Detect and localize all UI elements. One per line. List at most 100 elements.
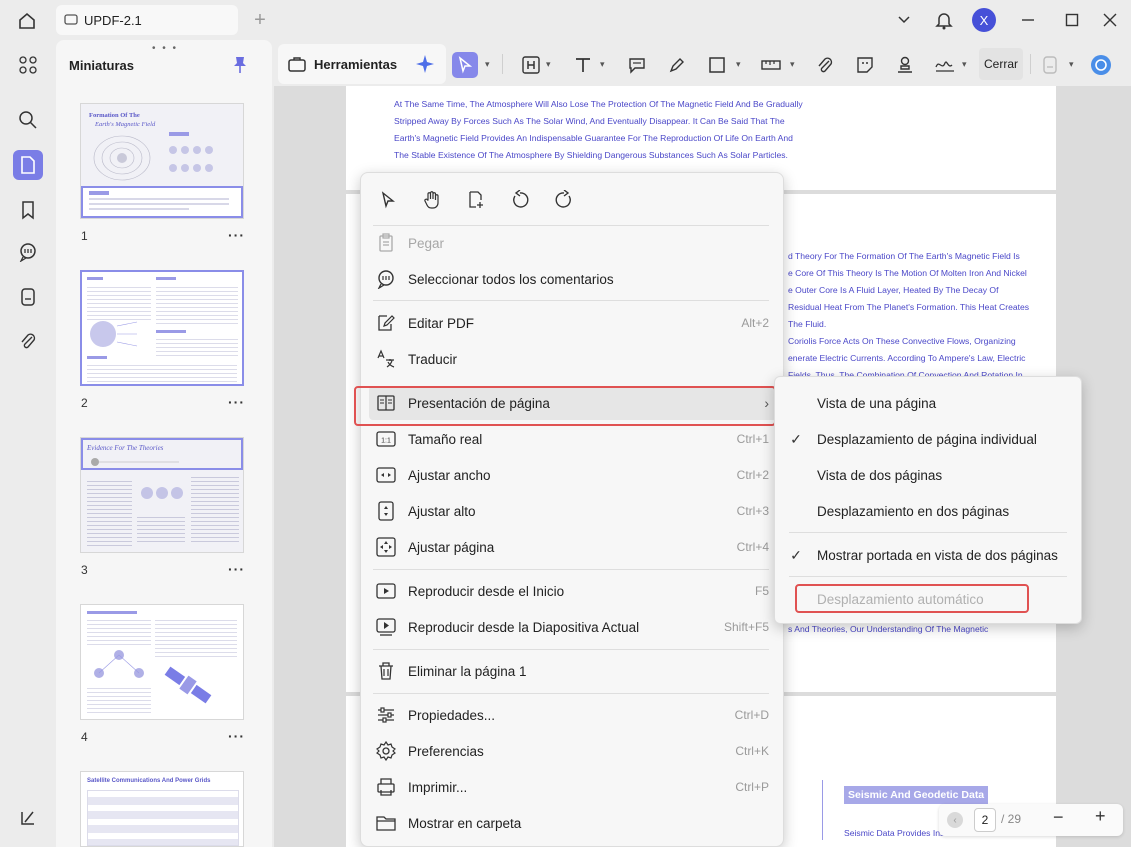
previous-page-icon[interactable]: ‹ (947, 812, 963, 828)
doc-line: Coriolis Force Acts On These Convective … (788, 336, 1016, 346)
thumbnail-more-1[interactable]: ··· (228, 227, 245, 243)
chevron-down-icon[interactable] (894, 8, 914, 32)
menu-item-show-in-folder[interactable]: Mostrar en carpeta (369, 806, 777, 840)
actual-size-icon: 1:1 (373, 430, 399, 448)
heading-tool-icon[interactable] (518, 52, 544, 78)
add-page-icon[interactable] (461, 185, 491, 215)
shape-tool-icon[interactable] (704, 52, 730, 78)
check-icon: ✓ (790, 430, 802, 447)
highlight-page-display (354, 386, 776, 426)
menu-item-actual-size[interactable]: 1:1 Tamaño real Ctrl+1 (369, 422, 777, 456)
hand-icon[interactable] (417, 185, 447, 215)
chevron-down-icon[interactable]: ▾ (1069, 59, 1074, 70)
minimize-icon[interactable] (1018, 8, 1038, 32)
menu-item-paste: Pegar (369, 226, 777, 260)
thumb-1-diagram (93, 132, 213, 181)
svg-text:1:1: 1:1 (381, 438, 391, 445)
doc-line: e Outer Core Is A Fluid Layer, Heated By… (788, 285, 999, 295)
cursor-icon[interactable] (373, 185, 403, 215)
thumbnail-number-1: 1 (81, 229, 88, 243)
submenu-item-single-scroll[interactable]: ✓ Desplazamiento de página individual (775, 422, 1083, 456)
storage-icon[interactable] (13, 282, 43, 312)
page-number-input[interactable]: 2 (974, 808, 996, 832)
chevron-down-icon[interactable]: ▾ (600, 59, 605, 70)
chevron-down-icon[interactable]: ▾ (485, 59, 490, 70)
thumbnail-page-2[interactable] (80, 270, 244, 386)
menu-item-print[interactable]: Imprimir... Ctrl+P (369, 770, 777, 804)
search-icon[interactable] (13, 105, 43, 135)
chevron-down-icon[interactable]: ▾ (790, 59, 795, 70)
bookmark-icon[interactable] (13, 195, 43, 225)
comment-tool-icon[interactable] (624, 52, 650, 78)
thumb-5-title: Satellite Communications And Power Grids (87, 778, 211, 784)
layers-icon[interactable] (13, 803, 43, 833)
highlight-auto-scroll (795, 584, 1029, 613)
thumbnail-more-2[interactable]: ··· (228, 394, 245, 410)
left-rail (0, 40, 56, 847)
zoom-in-icon[interactable]: + (1095, 806, 1106, 827)
save-disabled-icon[interactable] (1037, 52, 1063, 78)
menu-item-play-from-current[interactable]: Reproducir desde la Diapositiva Actual S… (369, 610, 777, 644)
apps-icon[interactable] (13, 50, 43, 80)
submenu-item-show-cover[interactable]: ✓ Mostrar portada en vista de dos página… (775, 538, 1083, 572)
doc-line: enerate Electric Currents. According To … (788, 353, 1026, 363)
comment-icon[interactable] (13, 237, 43, 267)
thumbnail-number-3: 3 (81, 563, 88, 577)
thumbnail-page-3[interactable]: Evidence For The Theories (80, 437, 244, 553)
menu-item-properties[interactable]: Propiedades... Ctrl+D (369, 698, 777, 732)
pen-tool-icon[interactable] (664, 52, 690, 78)
avatar[interactable]: X (972, 8, 996, 32)
context-menu: Pegar Seleccionar todos los comentarios … (360, 172, 784, 847)
doc-line: Residual Heat From The Planet's Formatio… (788, 302, 1030, 312)
toolbox-icon (288, 55, 306, 73)
chevron-down-icon[interactable]: ▾ (962, 59, 967, 70)
maximize-icon[interactable] (1062, 8, 1082, 32)
menu-item-fit-height[interactable]: Ajustar alto Ctrl+3 (369, 494, 777, 528)
submenu-item-single-page[interactable]: Vista de una página (775, 386, 1083, 420)
thumbnail-more-4[interactable]: ··· (228, 728, 245, 744)
chevron-down-icon[interactable]: ▾ (736, 59, 741, 70)
close-icon[interactable] (1100, 8, 1120, 32)
text-tool-icon[interactable] (570, 52, 596, 78)
stamp-tool-icon[interactable] (892, 52, 918, 78)
folder-icon (373, 814, 399, 832)
ai-assistant-icon[interactable] (1088, 52, 1114, 78)
tools-button[interactable]: Herramientas (278, 44, 446, 84)
doc-line: Earth's Magnetic Field Provides An Indis… (394, 133, 793, 143)
menu-item-preferences[interactable]: Preferencias Ctrl+K (369, 734, 777, 768)
attachment-icon[interactable] (13, 326, 43, 356)
thumbnail-page-1[interactable]: Formation Of The Earth's Magnetic Field (80, 103, 244, 219)
menu-item-select-all-comments[interactable]: Seleccionar todos los comentarios (369, 262, 777, 296)
pin-icon[interactable] (232, 56, 248, 74)
add-tab-icon[interactable]: + (250, 8, 270, 32)
document-tab[interactable]: UPDF-2.1 (56, 5, 238, 35)
menu-item-fit-width[interactable]: Ajustar ancho Ctrl+2 (369, 458, 777, 492)
home-icon[interactable] (14, 8, 40, 34)
doc-line: At The Same Time, The Atmosphere Will Al… (394, 99, 803, 109)
bell-icon[interactable] (932, 8, 956, 32)
menu-item-delete-page[interactable]: Eliminar la página 1 (369, 654, 777, 688)
thumbnail-page-4[interactable] (80, 604, 244, 720)
thumbnails-icon[interactable] (13, 150, 43, 180)
zoom-out-icon[interactable]: − (1053, 807, 1064, 828)
select-tool-icon[interactable] (452, 52, 478, 78)
panel-grip[interactable]: • • • (152, 43, 178, 54)
measure-tool-icon[interactable] (758, 52, 784, 78)
close-edit-button[interactable]: Cerrar (979, 48, 1023, 80)
chevron-down-icon[interactable]: ▾ (546, 59, 551, 70)
menu-item-translate[interactable]: Traducir (369, 342, 777, 376)
doc-line: Stripped Away By Forces Such As The Sola… (394, 116, 785, 126)
signature-tool-icon[interactable] (932, 52, 958, 78)
menu-item-play-from-start[interactable]: Reproducir desde el Inicio F5 (369, 574, 777, 608)
menu-item-edit-pdf[interactable]: Editar PDF Alt+2 (369, 306, 777, 340)
submenu-item-two-scroll[interactable]: Desplazamiento en dos páginas (775, 494, 1083, 528)
thumbnail-page-5[interactable]: Satellite Communications And Power Grids (80, 771, 244, 847)
menu-item-fit-page[interactable]: Ajustar página Ctrl+4 (369, 530, 777, 564)
submenu-item-two-page[interactable]: Vista de dos páginas (775, 458, 1083, 492)
sticker-tool-icon[interactable] (852, 52, 878, 78)
thumbnail-more-3[interactable]: ··· (228, 561, 245, 577)
attachment-tool-icon[interactable] (812, 52, 838, 78)
rotate-right-icon[interactable] (549, 185, 579, 215)
rotate-left-icon[interactable] (505, 185, 535, 215)
fit-height-icon (373, 501, 399, 521)
